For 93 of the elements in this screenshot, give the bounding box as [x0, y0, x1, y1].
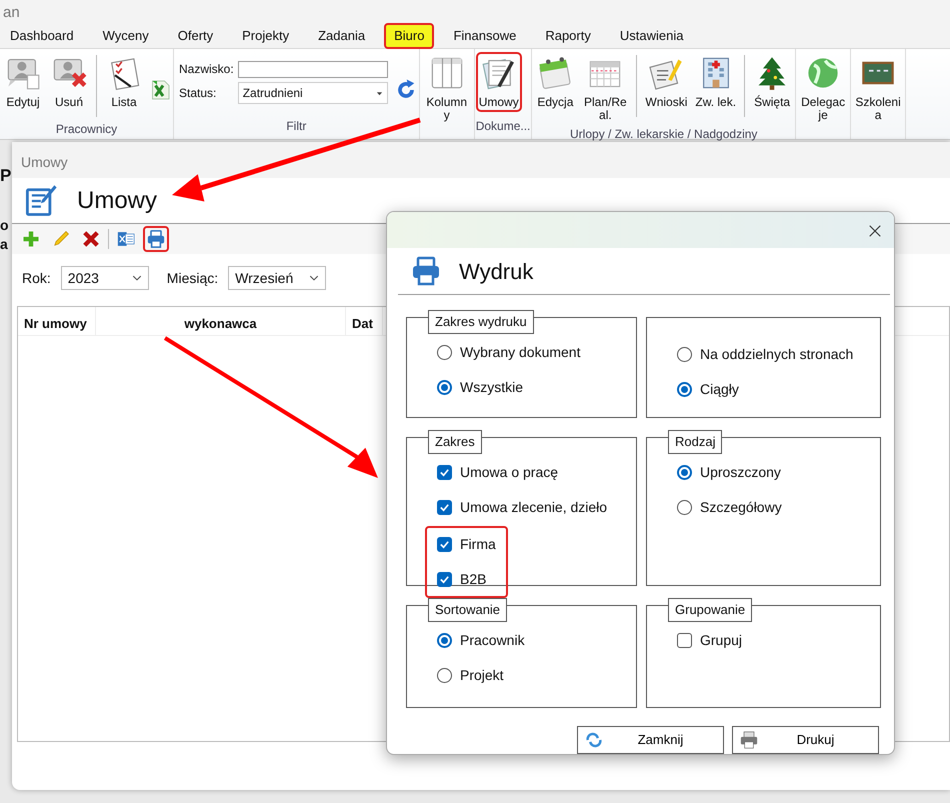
add-icon	[21, 229, 41, 249]
group-title: Sortowanie	[428, 598, 508, 622]
radio-button[interactable]	[437, 345, 452, 360]
radio-button[interactable]	[437, 633, 452, 648]
dropdown-field[interactable]: 2023	[60, 266, 149, 290]
ribbon-button[interactable]: Szkolenia	[852, 52, 904, 125]
checkmark-icon	[439, 502, 450, 513]
column-header[interactable]: wykonawca	[96, 307, 346, 335]
option-label: Umowa o pracę	[460, 463, 558, 482]
ribbon-button[interactable]: Umowy	[476, 52, 522, 112]
menu-tab[interactable]: Ustawienia	[610, 23, 694, 49]
menu-tab[interactable]: Zadania	[308, 23, 376, 49]
group-label: Pracownicy	[54, 121, 118, 138]
printer-icon	[410, 255, 442, 287]
radio-button[interactable]	[437, 668, 452, 683]
radio-button[interactable]	[437, 380, 452, 395]
option-label: Szczegółowy	[700, 498, 782, 517]
menu-tab[interactable]: Wyceny	[92, 23, 159, 49]
checkmark-icon	[439, 574, 450, 585]
window-title: Umowy	[12, 142, 950, 178]
option-label: Firma	[460, 535, 496, 554]
status-dropdown[interactable]: Zatrudnieni	[238, 82, 388, 104]
dialog-heading: Wydruk	[459, 258, 534, 286]
field-label: Miesiąc:	[166, 268, 218, 288]
menu-tab[interactable]: Biuro	[384, 23, 434, 49]
group-title: Grupowanie	[668, 598, 752, 622]
ribbon-button[interactable]: Kolumny	[420, 52, 473, 125]
group-title: Zakres	[428, 430, 482, 454]
radio-button[interactable]	[677, 465, 692, 480]
group-title: Zakres wydruku	[428, 310, 534, 334]
pencil-icon	[51, 229, 71, 249]
text-fragment: P	[0, 165, 12, 187]
print-button[interactable]	[143, 226, 169, 252]
field-label: Rok:	[22, 268, 51, 288]
checkmark-icon	[439, 467, 450, 478]
ribbon-button[interactable]: Edycja	[533, 52, 578, 112]
ribbon-button[interactable]: Plan/Real.	[579, 52, 632, 125]
ribbon-button[interactable]: Lista	[102, 52, 146, 112]
ribbon-button[interactable]: Usuń	[47, 52, 91, 112]
refresh-icon	[584, 730, 604, 750]
menu-tab[interactable]: Projekty	[232, 23, 300, 49]
group-label: Filtr	[285, 118, 308, 135]
menu-tab[interactable]: Raporty	[535, 23, 601, 49]
group-label: Urlopy / Zw. lekarskie / Nadgodziny	[569, 126, 758, 143]
option-label: Umowa zlecenie, dzieło	[460, 498, 608, 517]
option-label: Uproszczony	[700, 463, 781, 482]
dropdown-field[interactable]: Wrzesień	[228, 266, 326, 290]
ribbon-button[interactable]: Święta	[750, 52, 794, 112]
ribbon-button[interactable]: Delegacje	[797, 52, 850, 125]
option-label: Wybrany dokument	[460, 343, 580, 362]
checkmark-icon	[439, 539, 450, 550]
group-title: Rodzaj	[668, 430, 722, 454]
dropdown-arrow-icon	[376, 90, 383, 96]
option-label: Projekt	[460, 666, 504, 685]
checkbox[interactable]	[437, 465, 452, 480]
print-icon	[146, 229, 166, 249]
field-label: Nazwisko:	[179, 61, 234, 78]
option-label: Pracownik	[460, 631, 525, 650]
option-label: Na oddzielnych stronach	[700, 345, 854, 364]
option-label: Grupuj	[700, 631, 742, 650]
text-fragment: o	[0, 216, 10, 235]
printer-icon	[739, 730, 759, 750]
text-fragment: a	[0, 235, 9, 254]
option-label: Wszystkie	[460, 378, 523, 397]
delete-icon	[81, 229, 101, 249]
checkbox[interactable]	[437, 572, 452, 587]
checkbox[interactable]	[677, 633, 692, 648]
group-label: Dokume...	[476, 118, 530, 135]
name-field[interactable]	[238, 60, 388, 78]
chevron-down-icon	[132, 273, 142, 283]
menu-tab[interactable]: Dashboard	[0, 23, 84, 49]
excel-icon	[116, 229, 136, 249]
radio-button[interactable]	[677, 500, 692, 515]
chevron-down-icon	[309, 273, 320, 283]
ribbon-button[interactable]: Zw. lek.	[692, 52, 740, 112]
column-header[interactable]: Dat	[346, 307, 383, 335]
option-label: Ciągły	[700, 380, 739, 399]
field-label: Status:	[179, 85, 218, 102]
close-icon	[868, 224, 882, 238]
column-header[interactable]: Nr umowy	[18, 307, 96, 335]
page-heading: Umowy	[77, 186, 158, 216]
dialog-button[interactable]: Drukuj	[732, 726, 879, 754]
dialog-button[interactable]: Zamknij	[577, 726, 724, 754]
ribbon-button[interactable]: Wnioski	[642, 52, 690, 112]
radio-button[interactable]	[677, 347, 692, 362]
checkbox[interactable]	[437, 500, 452, 515]
radio-button[interactable]	[677, 382, 692, 397]
option-label: B2B	[460, 570, 486, 589]
window-title: an	[0, 0, 950, 24]
checkbox[interactable]	[437, 537, 452, 552]
ribbon-button[interactable]: Edytuj	[1, 52, 45, 112]
menu-tab[interactable]: Oferty	[168, 23, 224, 49]
menu-tab[interactable]: Finansowe	[443, 23, 526, 49]
